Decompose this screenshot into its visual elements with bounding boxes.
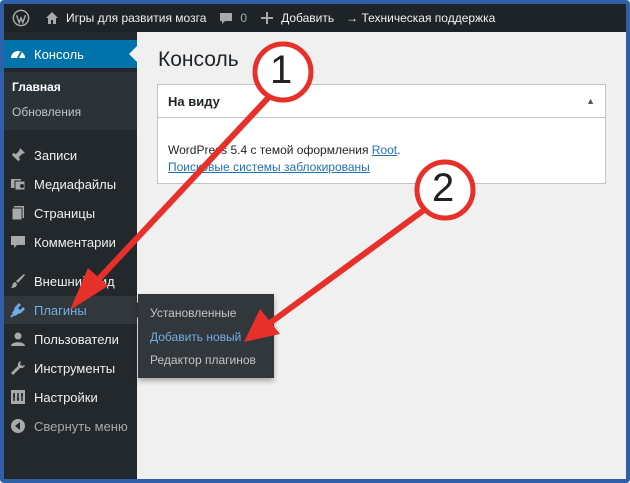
annotation-arrow-1 [93,95,271,285]
annotation-arrowhead-2 [244,309,280,342]
annotation-number-1: 1 [270,48,293,92]
annotation-number-2: 2 [432,166,455,210]
annotation-overlay [70,41,476,342]
annotation-arrow-2 [267,207,427,326]
